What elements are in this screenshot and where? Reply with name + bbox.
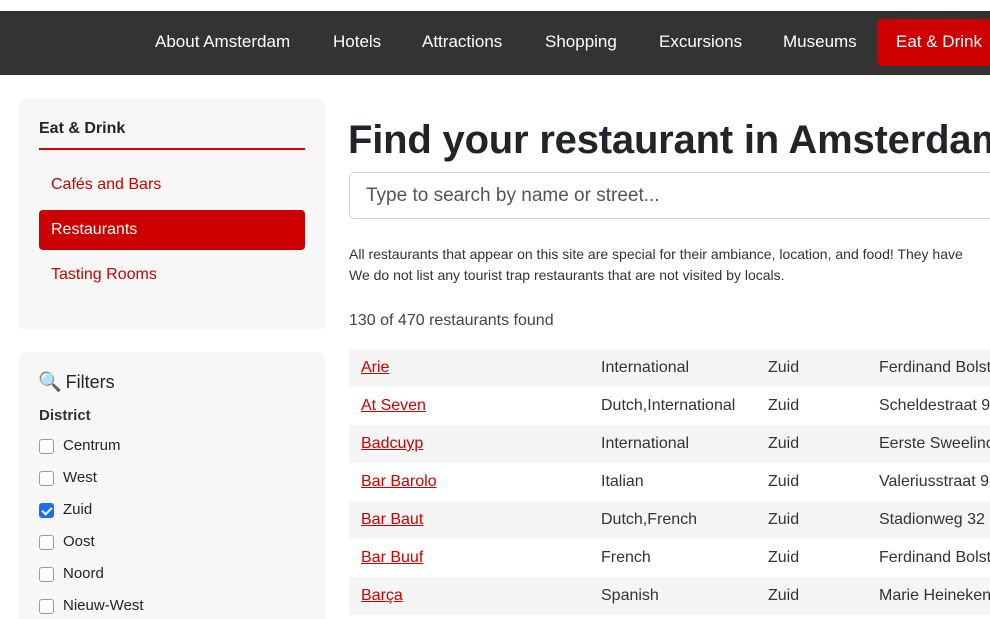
restaurant-link[interactable]: Badcuyp — [361, 425, 423, 463]
cuisine-cell: International — [601, 435, 690, 452]
sidebar-item-restaurants[interactable]: Restaurants — [39, 210, 305, 250]
cuisine-cell: International — [601, 359, 690, 376]
table-row: Bar Baut Dutch,French Zuid Stadionweg 32 — [349, 501, 990, 539]
address-cell: Stadionweg 32 — [879, 511, 985, 528]
search-input[interactable] — [349, 172, 990, 219]
cuisine-cell: French — [601, 549, 651, 566]
checkbox[interactable] — [39, 599, 54, 614]
intro-text-line-1: All restaurants that appear on this site… — [349, 246, 963, 262]
category-card: Eat & Drink Cafés and Bars Restaurants T… — [19, 99, 325, 330]
nav-excursions[interactable]: Excursions — [659, 11, 742, 75]
cuisine-cell: Italian — [601, 473, 644, 490]
table-row: Arie International Zuid Ferdinand Bolst — [349, 349, 990, 387]
filters-heading: 🔍 Filters — [38, 370, 115, 394]
address-cell: Eerste Sweelinc — [879, 435, 990, 452]
category-divider — [39, 148, 305, 150]
checkbox[interactable] — [39, 535, 54, 550]
sidebar-item-cafes-bars[interactable]: Cafés and Bars — [39, 165, 305, 205]
nav-about-amsterdam[interactable]: About Amsterdam — [155, 11, 290, 75]
results-count: 130 of 470 restaurants found — [349, 312, 554, 329]
nav-museums[interactable]: Museums — [783, 11, 857, 75]
main-nav: About Amsterdam Hotels Attractions Shopp… — [0, 11, 990, 75]
nav-attractions[interactable]: Attractions — [422, 11, 502, 75]
address-cell: Scheldestraat 9 — [879, 397, 990, 414]
cuisine-cell: Dutch,International — [601, 397, 736, 414]
address-cell: Valeriusstraat 9 — [879, 473, 989, 490]
checkbox[interactable] — [39, 567, 54, 582]
district-cell: Zuid — [768, 549, 800, 566]
table-row: At Seven Dutch,International Zuid Scheld… — [349, 387, 990, 425]
table-row: Bar Buuf French Zuid Ferdinand Bolst — [349, 539, 990, 577]
table-row: Bar Barolo Italian Zuid Valeriusstraat 9 — [349, 463, 990, 501]
address-cell: Marie Heineken — [879, 587, 990, 604]
cuisine-cell: Spanish — [601, 587, 659, 604]
category-title: Eat & Drink — [39, 120, 126, 137]
address-cell: Ferdinand Bolst — [879, 359, 990, 376]
filters-title: Filters — [65, 372, 115, 392]
address-cell: Ferdinand Bolst — [879, 549, 990, 566]
restaurant-link[interactable]: Barça — [361, 577, 403, 615]
district-cell: Zuid — [768, 435, 800, 452]
restaurant-link[interactable]: Arie — [361, 349, 389, 387]
restaurant-link[interactable]: Bar Buuf — [361, 539, 423, 577]
checkbox-checked[interactable] — [39, 503, 54, 518]
top-navbar: About Amsterdam Hotels Attractions Shopp… — [0, 11, 990, 75]
nav-eat-drink[interactable]: Eat & Drink — [877, 19, 990, 66]
checkbox[interactable] — [39, 439, 54, 454]
district-cell: Zuid — [768, 511, 800, 528]
page-title: Find your restaurant in Amsterdam — [348, 118, 990, 162]
district-label: District — [39, 407, 91, 424]
table-row: Barça Spanish Zuid Marie Heineken — [349, 577, 990, 615]
cuisine-cell: Dutch,French — [601, 511, 698, 528]
district-cell: Zuid — [768, 473, 800, 490]
checkbox[interactable] — [39, 471, 54, 486]
restaurant-link[interactable]: At Seven — [361, 387, 426, 425]
restaurant-link[interactable]: Bar Barolo — [361, 463, 437, 501]
restaurant-table: Arie International Zuid Ferdinand Bolst … — [349, 349, 990, 615]
intro-text-line-2: We do not list any tourist trap restaura… — [349, 267, 785, 283]
district-cell: Zuid — [768, 587, 800, 604]
nav-hotels[interactable]: Hotels — [333, 11, 381, 75]
nav-shopping[interactable]: Shopping — [545, 11, 617, 75]
sidebar-item-tasting-rooms[interactable]: Tasting Rooms — [39, 255, 305, 295]
table-row: Badcuyp International Zuid Eerste Sweeli… — [349, 425, 990, 463]
magnifier-icon: 🔍 — [38, 372, 62, 393]
filters-card: 🔍 Filters District Centrum West Zuid Oost… — [19, 352, 325, 619]
district-cell: Zuid — [768, 397, 800, 414]
district-cell: Zuid — [768, 359, 800, 376]
restaurant-link[interactable]: Bar Baut — [361, 501, 423, 539]
